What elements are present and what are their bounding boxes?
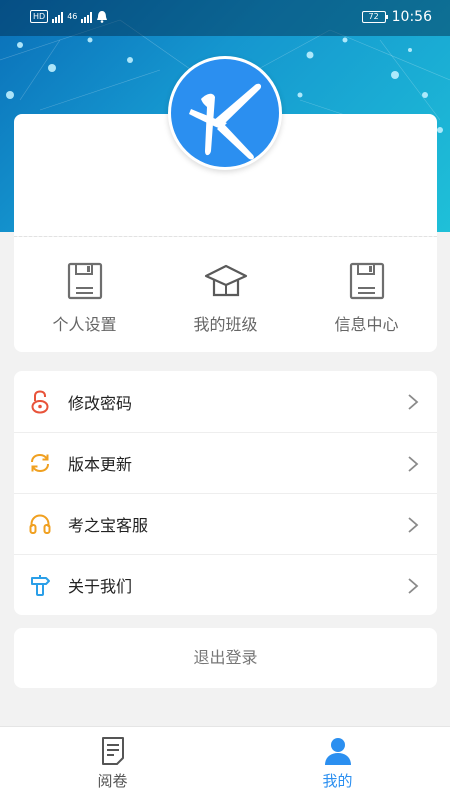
status-left: HD 46 [30,10,108,23]
menu-item-label: 修改密码 [68,393,133,413]
signpost-icon [31,575,50,596]
network-type: 46 [67,12,78,21]
quick-my-class-label: 我的班级 [193,315,258,334]
chevron-right-icon [408,456,419,472]
tab-grading[interactable]: 阅卷 [0,727,225,800]
graduation-cap-icon [204,264,247,297]
logout-button[interactable]: 退出登录 [14,628,437,688]
quick-info-center[interactable]: 信息中心 [296,237,437,352]
user-icon [324,738,351,765]
quick-my-class[interactable]: 我的班级 [155,237,296,352]
floppy-disk-icon [67,262,102,300]
tab-mine-label: 我的 [322,772,353,790]
menu-item-change-password[interactable]: 修改密码 [14,371,437,432]
quick-actions: 个人设置 我的班级 信息中心 [14,237,437,352]
chevron-right-icon [408,394,419,410]
lock-icon [31,389,49,413]
quick-info-center-label: 信息中心 [334,315,399,334]
refresh-icon [31,453,49,473]
battery-icon: 72 [361,11,388,23]
headset-icon [29,514,51,534]
k-logo-icon [189,83,262,160]
document-icon [101,737,124,765]
menu-item-version-update[interactable]: 版本更新 [14,432,437,493]
tab-mine[interactable]: 我的 [225,727,450,800]
menu-item-label: 版本更新 [68,455,133,474]
status-bar: HD 46 72 10:56 [0,0,450,36]
chevron-right-icon [408,578,419,594]
hd-badge: HD [30,10,49,23]
floppy-disk-icon [349,262,384,300]
bell-icon [97,11,108,23]
clock: 10:56 [391,9,432,25]
signal-icon-2 [81,11,93,23]
quick-personal-settings-label: 个人设置 [52,315,117,334]
bottom-tab-bar: 阅卷 我的 [0,726,450,800]
avatar[interactable] [168,56,282,170]
menu-item-about-us[interactable]: 关于我们 [14,554,437,615]
settings-menu: 修改密码 版本更新 考之宝客服 关于我们 [14,371,437,615]
signal-icon [52,11,64,23]
status-right: 72 10:56 [361,9,432,25]
menu-item-label: 考之宝客服 [68,516,149,535]
chevron-right-icon [408,517,419,533]
quick-personal-settings[interactable]: 个人设置 [14,237,155,352]
tab-grading-label: 阅卷 [97,772,128,790]
menu-item-label: 关于我们 [68,577,133,596]
menu-item-customer-service[interactable]: 考之宝客服 [14,493,437,554]
